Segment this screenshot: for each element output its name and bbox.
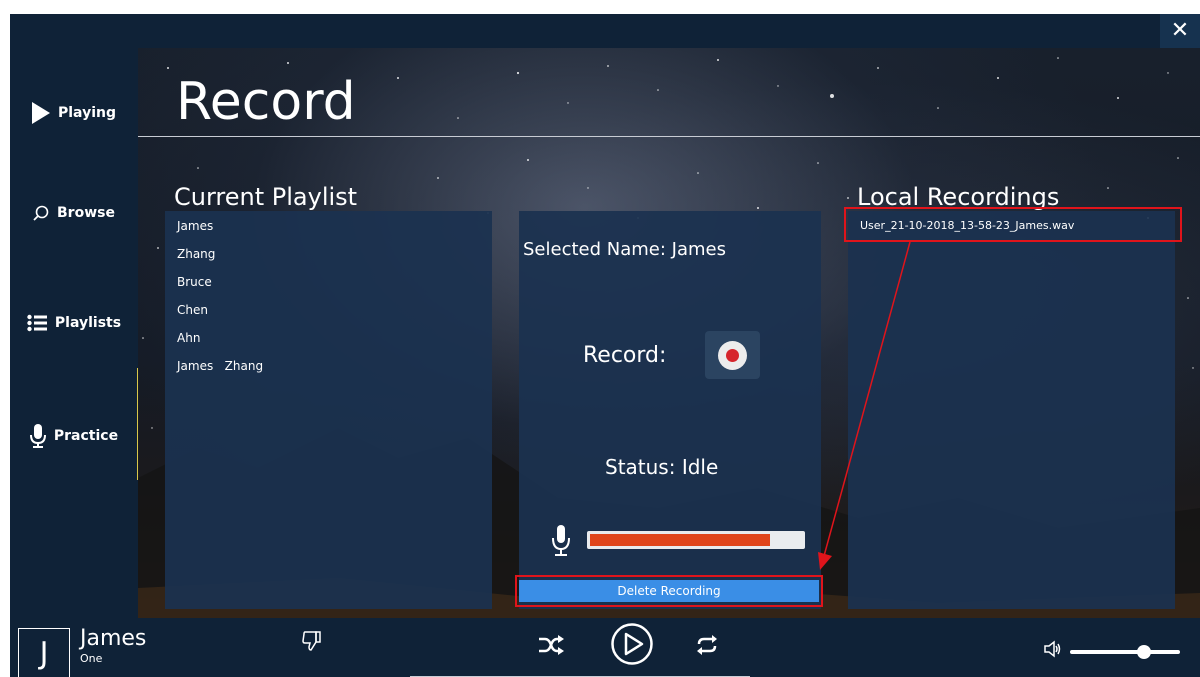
sidebar-item-practice[interactable]: Practice	[10, 418, 138, 454]
list-item[interactable]: Zhang	[177, 246, 215, 262]
delete-highlight-box	[515, 575, 823, 607]
volume-icon[interactable]	[1044, 640, 1062, 658]
sidebar-item-playing[interactable]: Playing	[10, 95, 138, 131]
selected-name-text: Selected Name: James	[523, 239, 726, 260]
input-level-meter	[587, 531, 805, 549]
avatar[interactable]: J	[18, 628, 70, 677]
app-window: ✕ Playing Browse Playlists Practice Reco…	[10, 14, 1200, 677]
playlist-panel: James Zhang Bruce Chen Ahn James Zhang	[165, 211, 492, 609]
record-label: Record:	[583, 343, 667, 368]
sidebar: Playing Browse Playlists Practice	[10, 48, 139, 618]
page-title: Record	[176, 72, 356, 132]
close-button[interactable]: ✕	[1160, 14, 1200, 48]
sidebar-item-label: Browse	[57, 205, 115, 221]
thumbs-down-icon[interactable]	[302, 630, 322, 652]
sidebar-item-label: Playing	[58, 105, 116, 121]
record-button[interactable]	[705, 331, 760, 379]
volume-slider[interactable]	[1070, 645, 1180, 659]
microphone-icon	[29, 424, 46, 448]
record-icon	[718, 341, 747, 370]
search-icon	[33, 205, 49, 221]
title-divider	[138, 136, 1200, 137]
current-playlist-heading: Current Playlist	[174, 183, 358, 211]
list-icon	[27, 314, 47, 332]
microphone-icon	[552, 525, 570, 556]
sidebar-item-playlists[interactable]: Playlists	[10, 305, 138, 341]
volume-slider-handle[interactable]	[1137, 645, 1151, 659]
recorder-panel: Selected Name: James Record: Status: Idl…	[519, 211, 821, 609]
play-icon	[32, 102, 50, 124]
title-bar: ✕	[10, 14, 1200, 48]
main-content: Record Current Playlist Local Recordings…	[138, 48, 1200, 618]
track-artist: One	[80, 652, 103, 665]
shuffle-icon[interactable]	[538, 634, 564, 656]
annotation-arrow	[818, 241, 911, 570]
sidebar-item-label: Practice	[53, 428, 119, 444]
list-item[interactable]: James	[177, 218, 213, 234]
input-level-fill	[590, 534, 770, 546]
play-pause-button[interactable]	[610, 622, 654, 666]
sidebar-item-browse[interactable]: Browse	[10, 195, 138, 231]
list-item[interactable]: Ahn	[177, 330, 200, 346]
repeat-icon[interactable]	[696, 634, 718, 656]
sidebar-item-label: Playlists	[54, 315, 122, 331]
status-text: Status: Idle	[605, 455, 719, 479]
player-bar: J James One	[10, 618, 1200, 677]
list-item[interactable]: James Zhang	[177, 358, 263, 374]
track-title: James	[80, 626, 147, 651]
list-item[interactable]: Bruce	[177, 274, 212, 290]
list-item[interactable]: Chen	[177, 302, 208, 318]
